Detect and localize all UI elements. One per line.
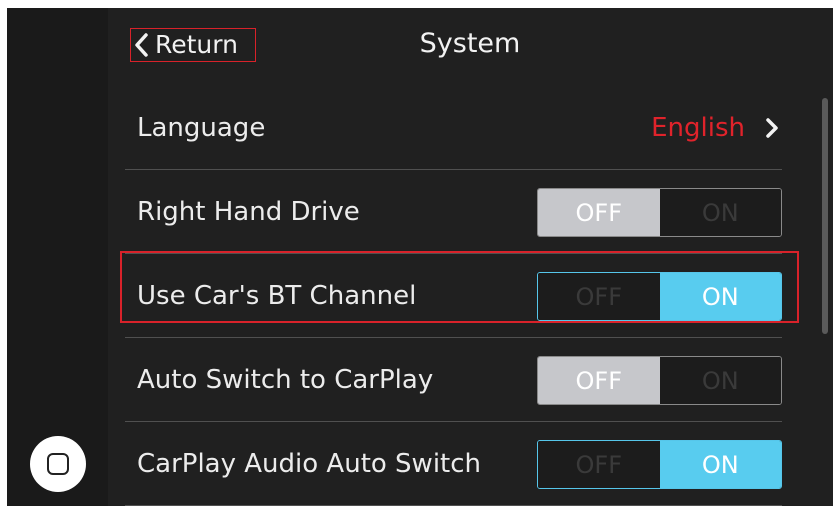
home-square-icon xyxy=(47,453,69,475)
setting-row-auto-switch-carplay: Auto Switch to CarPlay OFF ON xyxy=(125,338,782,422)
setting-row-language[interactable]: Language English xyxy=(125,86,782,170)
home-button[interactable] xyxy=(30,436,86,492)
toggle-on-segment[interactable]: ON xyxy=(659,189,781,236)
toggle-on-segment[interactable]: ON xyxy=(659,357,781,404)
page-title: System xyxy=(419,28,521,59)
toggle-off-segment[interactable]: OFF xyxy=(538,189,660,236)
carplay-audio-auto-switch-toggle[interactable]: OFF ON xyxy=(537,440,782,489)
setting-label: Right Hand Drive xyxy=(137,197,360,227)
setting-label: Auto Switch to CarPlay xyxy=(137,365,434,395)
highlight-box xyxy=(120,251,799,323)
toggle-on-segment[interactable]: ON xyxy=(659,441,781,488)
return-button[interactable]: Return xyxy=(130,28,256,62)
chevron-left-icon xyxy=(135,33,148,57)
language-label: Language xyxy=(137,113,266,143)
side-dock xyxy=(7,8,108,506)
chevron-right-icon xyxy=(766,118,778,138)
auto-switch-carplay-toggle[interactable]: OFF ON xyxy=(537,356,782,405)
setting-row-right-hand-drive: Right Hand Drive OFF ON xyxy=(125,170,782,254)
scrollbar[interactable] xyxy=(822,98,828,334)
toggle-off-segment[interactable]: OFF xyxy=(538,441,660,488)
return-label: Return xyxy=(155,30,238,59)
setting-row-carplay-audio-auto-switch: CarPlay Audio Auto Switch OFF ON xyxy=(125,422,782,506)
toggle-off-segment[interactable]: OFF xyxy=(538,357,660,404)
setting-label: CarPlay Audio Auto Switch xyxy=(137,449,482,479)
language-value: English xyxy=(651,113,745,143)
right-hand-drive-toggle[interactable]: OFF ON xyxy=(537,188,782,237)
